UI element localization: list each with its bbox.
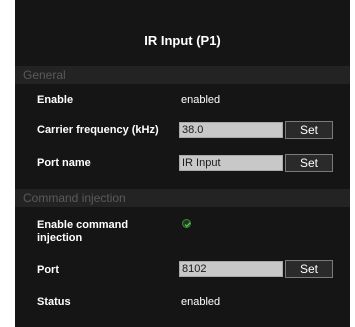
ir-input-panel: IR Input (P1) General Enable enabled Car… [15,0,350,327]
carrier-frequency-input[interactable] [179,122,283,138]
enable-value: enabled [181,94,221,106]
port-name-label: Port name [37,157,91,169]
page-title: IR Input (P1) [144,33,221,48]
status-value: enabled [181,296,221,308]
enable-command-injection-checkbox[interactable] [182,219,191,228]
port-input[interactable] [179,261,283,277]
section-header-general: General [15,66,350,84]
carrier-frequency-set-button[interactable]: Set [285,121,333,139]
carrier-frequency-label: Carrier frequency (kHz) [37,124,159,136]
port-label: Port [37,264,59,276]
checkmark-icon [184,222,191,228]
port-set-button[interactable]: Set [285,260,333,278]
port-name-set-button[interactable]: Set [285,154,333,172]
enable-command-injection-label: Enable command injection [37,219,129,244]
section-header-command-injection: Command injection [15,189,350,207]
enable-label: Enable [37,94,74,106]
port-name-input[interactable] [179,155,283,171]
status-label: Status [37,296,71,308]
